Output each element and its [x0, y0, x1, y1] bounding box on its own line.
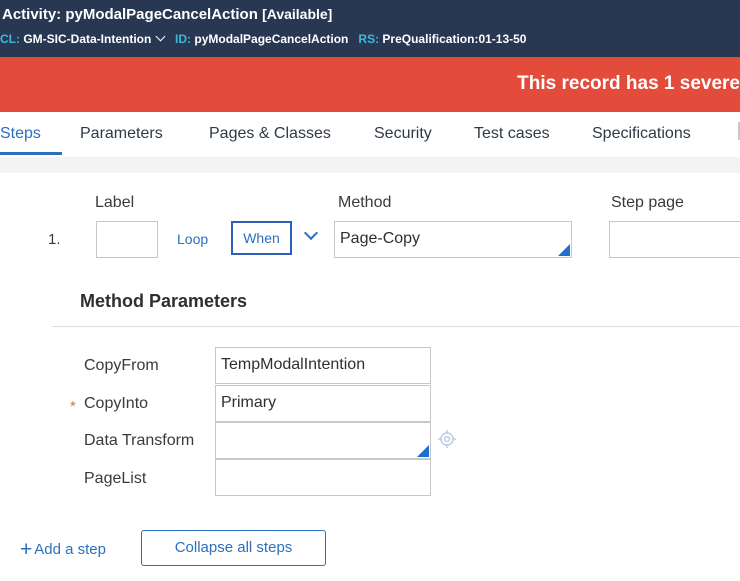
copyinto-input[interactable]: Primary — [215, 385, 431, 422]
class-value[interactable]: GM-SIC-Data-Intention — [23, 32, 151, 46]
error-banner: This record has 1 severe — [0, 57, 740, 112]
tab-steps[interactable]: Steps — [0, 125, 41, 143]
class-label: CL: — [0, 32, 20, 46]
label-column-header: Label — [95, 194, 135, 211]
tab-specifications[interactable]: Specifications — [592, 125, 691, 143]
tab-bar: Steps Parameters Pages & Classes Securit… — [0, 112, 740, 157]
tab-security[interactable]: Security — [374, 125, 432, 143]
copyfrom-input[interactable]: TempModalIntention — [215, 347, 431, 384]
param-name-data-transform: Data Transform — [84, 432, 195, 449]
activity-name: Activity: pyModalPageCancelAction — [2, 6, 258, 23]
autocomplete-corner-icon — [417, 445, 429, 457]
crosshair-icon[interactable] — [438, 430, 456, 448]
method-parameters-title: Method Parameters — [80, 291, 248, 311]
tab-pages-classes[interactable]: Pages & Classes — [209, 125, 331, 143]
id-label: ID: — [175, 32, 192, 46]
plus-icon: + — [20, 538, 33, 561]
param-name-pagelist: PageList — [84, 470, 147, 487]
add-step-label: Add a step — [34, 541, 106, 558]
add-step-link[interactable]: + Add a step — [20, 538, 106, 562]
param-name-copyinto: CopyInto — [84, 395, 149, 412]
required-asterisk-icon: * — [70, 398, 76, 415]
section-divider — [52, 326, 740, 327]
loop-link[interactable]: Loop — [177, 231, 208, 247]
collapse-all-steps-button[interactable]: Collapse all steps — [141, 530, 326, 566]
data-transform-input[interactable] — [215, 422, 431, 459]
availability-status: [Available] — [262, 6, 333, 22]
ruleset-label: RS: — [358, 32, 380, 46]
record-meta: CL: GM-SIC-Data-Intention ID: pyModalPag… — [0, 31, 526, 46]
step-label-input[interactable] — [96, 221, 158, 258]
tab-test-cases[interactable]: Test cases — [474, 125, 550, 143]
step-page-column-header: Step page — [611, 194, 684, 211]
id-value: pyModalPageCancelAction — [194, 32, 349, 46]
ruleset-value[interactable]: PreQualification:01-13-50 — [382, 32, 526, 46]
autocomplete-corner-icon — [558, 244, 570, 256]
activity-title: Activity: pyModalPageCancelAction [Avail… — [2, 6, 332, 23]
chevron-down-icon[interactable] — [155, 31, 166, 42]
active-tab-indicator — [0, 152, 62, 155]
method-value: Page-Copy — [340, 230, 421, 247]
method-column-header: Method — [338, 194, 392, 211]
when-button[interactable]: When — [231, 221, 292, 255]
step-number: 1. — [48, 231, 61, 248]
pagelist-input[interactable] — [215, 459, 431, 496]
step-page-input[interactable] — [609, 221, 740, 258]
activity-header: Activity: pyModalPageCancelAction [Avail… — [0, 0, 740, 57]
error-banner-text[interactable]: This record has 1 severe — [517, 73, 740, 95]
param-name-copyfrom: CopyFrom — [84, 357, 159, 374]
method-input[interactable]: Page-Copy — [334, 221, 572, 258]
tab-parameters[interactable]: Parameters — [80, 125, 163, 143]
content-divider — [0, 157, 740, 173]
